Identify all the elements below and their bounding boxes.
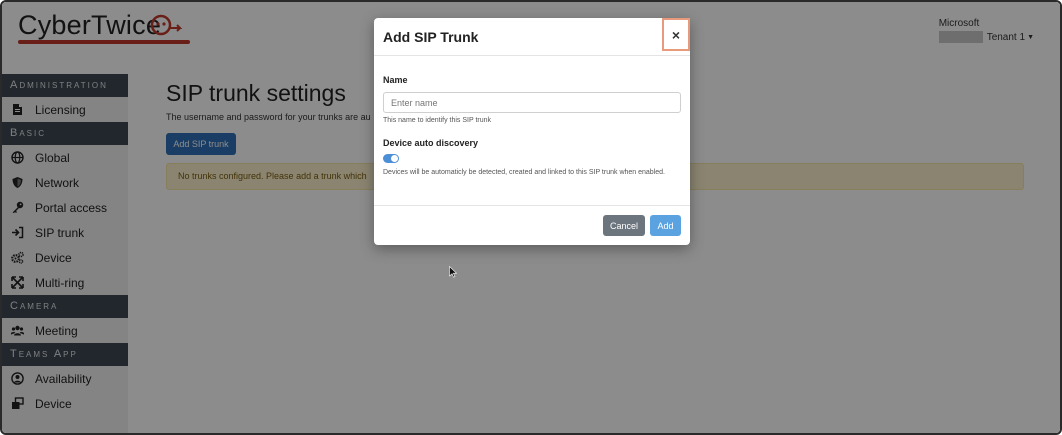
add-button[interactable]: Add: [650, 215, 681, 236]
dialog-title: Add SIP Trunk: [383, 29, 479, 45]
toggle-knob: [391, 155, 398, 162]
name-input[interactable]: [383, 92, 681, 113]
close-button[interactable]: ×: [662, 18, 690, 51]
device-auto-discovery-help: Devices will be automaticly be detected,…: [383, 169, 665, 176]
dialog-header: Add SIP Trunk: [374, 18, 690, 56]
device-auto-discovery-label: Device auto discovery: [383, 138, 479, 148]
cancel-button[interactable]: Cancel: [603, 215, 645, 236]
close-icon: ×: [671, 26, 681, 43]
device-auto-discovery-toggle[interactable]: [383, 154, 399, 163]
dialog-footer-divider: [374, 205, 690, 206]
app-window: CyberTwice Microsoft Tenant 1 ▼ Administ…: [0, 0, 1062, 435]
mouse-cursor-icon: [449, 266, 457, 278]
name-label: Name: [383, 75, 408, 85]
name-help-text: This name to identify this SIP trunk: [383, 117, 492, 124]
add-sip-trunk-dialog: Add SIP Trunk × Name This name to identi…: [374, 18, 690, 245]
